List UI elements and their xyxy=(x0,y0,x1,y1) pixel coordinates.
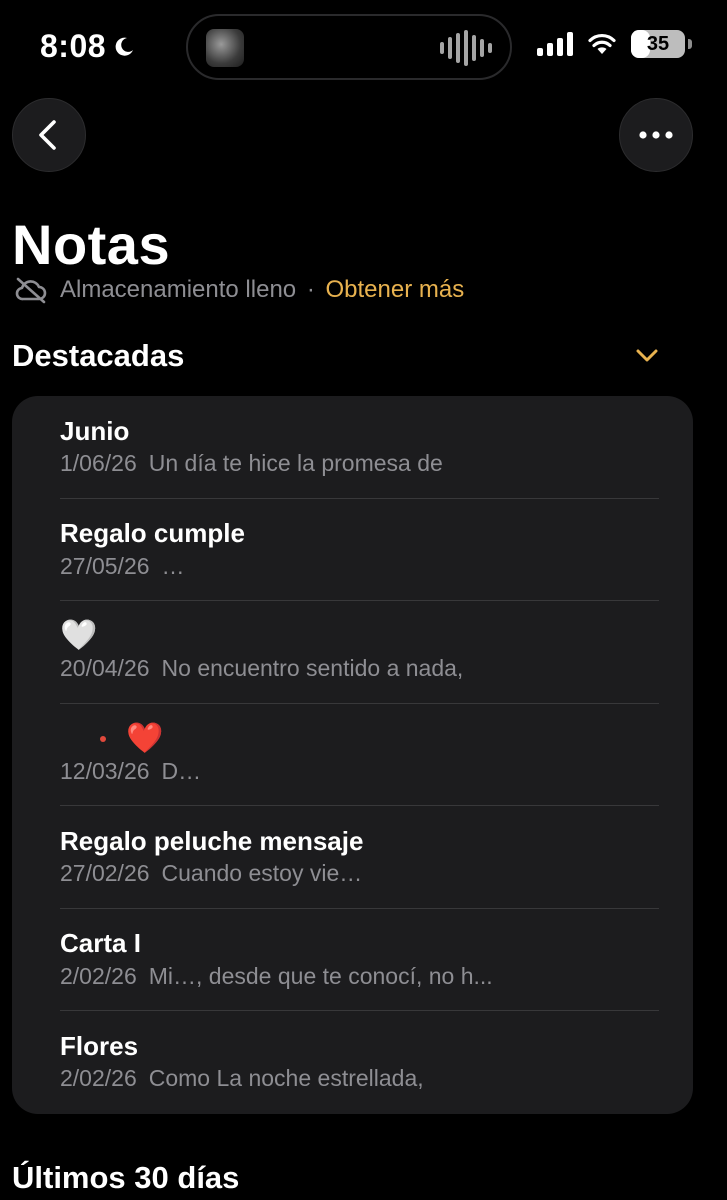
note-title: Regalo peluche mensaje xyxy=(60,825,364,856)
status-icons: 35 xyxy=(537,30,692,58)
redacted-mark xyxy=(100,735,106,742)
page-title: Notas xyxy=(12,213,171,276)
note-date: 27/02/26 xyxy=(60,860,150,886)
wifi-icon xyxy=(588,33,616,54)
status-time: 8:08 xyxy=(40,28,107,64)
note-subtitle: 20/04/26 No encuentro sentido a nada, xyxy=(60,655,668,682)
note-subtitle: 12/03/26 D… xyxy=(60,758,668,785)
waveform-icon xyxy=(440,30,492,66)
signal-icon xyxy=(537,32,573,56)
featured-section-title: Destacadas xyxy=(12,338,185,373)
recent-section-title: Últimos 30 días xyxy=(12,1160,240,1195)
note-date: 12/03/26 xyxy=(60,757,150,784)
list-item[interactable]: ❤️ 12/03/26 D… xyxy=(12,704,693,806)
status-bar: 8:08 35 xyxy=(0,0,727,96)
note-date: 1/06/26 xyxy=(60,450,137,476)
status-time-group: 8:08 xyxy=(40,28,136,65)
note-date: 2/02/26 xyxy=(60,1065,137,1091)
note-subtitle: 2/02/26 Mi…, desde que te conocí, no h... xyxy=(60,963,668,990)
storage-separator: · xyxy=(306,276,315,303)
more-options-button[interactable] xyxy=(619,98,693,172)
battery-cap xyxy=(688,39,692,49)
note-title: Junio xyxy=(60,415,130,446)
recent-section-header[interactable]: Últimos 30 días xyxy=(12,1160,682,1196)
storage-text: Almacenamiento lleno xyxy=(60,276,297,303)
note-title: Flores xyxy=(60,1030,139,1061)
back-button[interactable] xyxy=(12,98,86,172)
list-item[interactable]: Junio 1/06/26 Un día te hice la promesa d… xyxy=(12,396,693,499)
battery-icon: 35 xyxy=(631,30,692,58)
list-item[interactable]: Regalo cumple 27/05/26 … xyxy=(12,499,693,601)
note-preview: … xyxy=(161,552,185,579)
now-playing-artwork[interactable] xyxy=(206,29,244,67)
note-preview: Cuando estoy vie… xyxy=(161,860,363,886)
chevron-down-icon[interactable] xyxy=(636,349,658,363)
featured-section-header[interactable]: Destacadas xyxy=(12,338,682,374)
chevron-left-icon xyxy=(39,120,56,150)
note-subtitle: 1/06/26 Un día te hice la promesa de xyxy=(60,450,668,477)
cloud-off-icon xyxy=(15,277,47,304)
list-item[interactable]: Carta I 2/02/26 Mi…, desde que te conocí,… xyxy=(12,909,693,1011)
get-more-storage-link[interactable]: Obtener más xyxy=(325,276,464,303)
note-preview: No encuentro sentido a nada, xyxy=(161,655,464,681)
note-preview: D… xyxy=(161,757,202,784)
note-title: 🤍 xyxy=(60,619,98,652)
note-subtitle: 27/05/26 … xyxy=(60,553,668,580)
note-preview: Como La noche estrellada, xyxy=(148,1065,424,1091)
note-title-row: ❤️ xyxy=(60,722,693,756)
battery-percentage: 35 xyxy=(646,32,670,55)
list-item[interactable]: 🤍 20/04/26 No encuentro sentido a nada, xyxy=(12,601,693,704)
list-item[interactable]: Regalo peluche mensaje 27/02/26 Cuando es… xyxy=(12,806,693,909)
note-subtitle: 2/02/26 Como La noche estrellada, xyxy=(60,1065,668,1092)
featured-notes-list: Junio 1/06/26 Un día te hice la promesa d… xyxy=(12,396,693,1114)
note-title: ❤️ xyxy=(126,721,164,755)
note-title: Regalo cumple xyxy=(60,518,245,548)
note-preview: Un día te hice la promesa de xyxy=(148,450,443,476)
moon-icon xyxy=(115,37,134,56)
ellipsis-icon xyxy=(639,131,673,139)
note-subtitle: 27/02/26 Cuando estoy vie… xyxy=(60,860,668,887)
dynamic-island[interactable] xyxy=(186,14,512,80)
note-title: Carta I xyxy=(60,928,141,958)
list-item[interactable]: Flores 2/02/26 Como La noche estrellada, xyxy=(12,1011,693,1114)
note-date: 2/02/26 xyxy=(60,962,137,989)
note-date: 27/05/26 xyxy=(60,552,150,579)
storage-status: Almacenamiento lleno · Obtener más xyxy=(14,276,464,304)
note-preview: Mi…, desde que te conocí, no h... xyxy=(148,962,493,989)
note-date: 20/04/26 xyxy=(60,655,150,681)
notes-screen: 8:08 35 Notas Almacenamiento lleno · Obt… xyxy=(0,0,727,1200)
